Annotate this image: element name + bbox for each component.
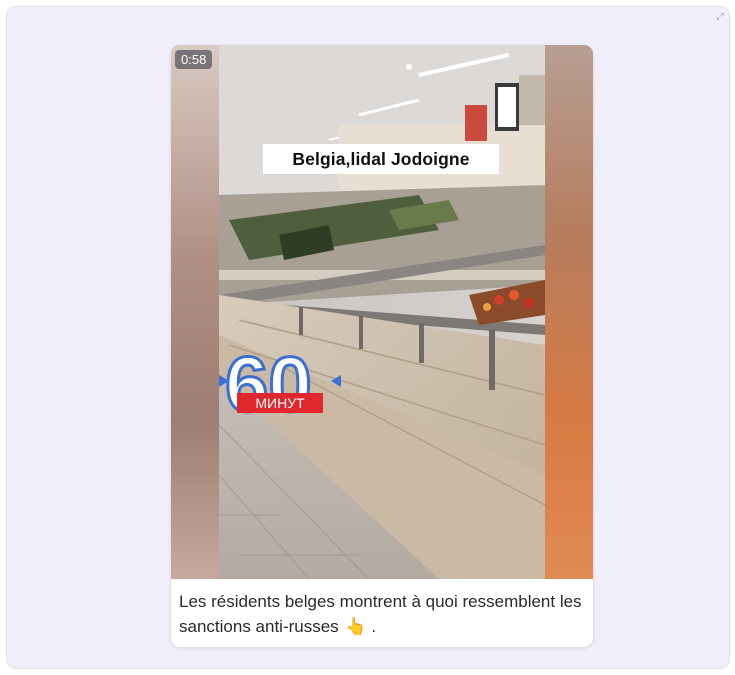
caption-trailing: .: [371, 617, 377, 636]
post-caption: Les résidents belges montrent à quoi res…: [171, 579, 593, 647]
logo-word: МИНУТ: [255, 395, 305, 411]
location-overlay: Belgia,lidal Jodoigne: [263, 144, 499, 174]
logo-right-arrow-icon: [331, 375, 341, 387]
pointing-up-hand-icon: 👆: [345, 617, 367, 636]
expand-icon[interactable]: ⤢: [715, 11, 725, 21]
video-player[interactable]: 0:58 Belgia,lidal Jodoigne 60 МИНУТ: [171, 45, 593, 579]
video-blur-left: [171, 45, 219, 579]
supermarket-scene: [219, 45, 545, 579]
video-blur-right: [545, 45, 593, 579]
video-post-card: 0:58 Belgia,lidal Jodoigne 60 МИНУТ Les …: [171, 45, 593, 647]
60-minutes-channel-logo: 60 МИНУТ: [219, 345, 341, 425]
video-duration: 0:58: [175, 50, 213, 69]
caption-text: Les résidents belges montrent à quoi res…: [179, 592, 582, 636]
post-frame: ⤢ 0:58 Belgia,lidal Jodoigne 60 МИНУТ Le…: [6, 6, 730, 669]
